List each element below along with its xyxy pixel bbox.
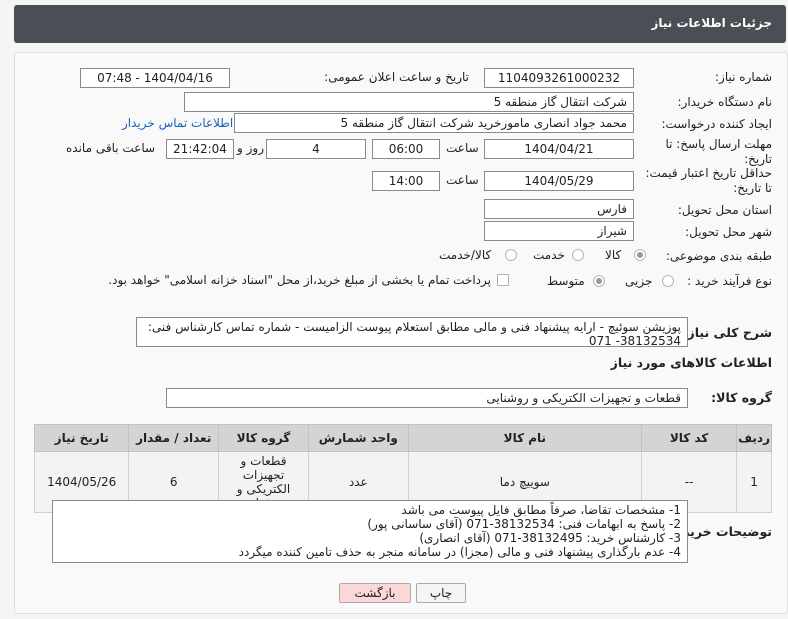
remaining-time-field: 21:42:04 (166, 139, 234, 159)
category-radio-both[interactable] (505, 249, 517, 261)
process-radio-medium[interactable] (593, 275, 605, 287)
category-radio-goods[interactable] (634, 249, 646, 261)
buyer-contact-link[interactable]: اطلاعات تماس خریدار (122, 116, 233, 130)
province-label: استان محل تحویل: (677, 203, 772, 217)
validity-date-field: 1404/05/29 (484, 171, 634, 191)
col-date: تاریخ نیاز (33, 424, 130, 452)
buyer-org-label: نام دستگاه خریدار: (677, 95, 773, 109)
process-option-minor: جزیی (625, 274, 653, 288)
description-textarea[interactable]: پوزیشن سوئیچ - ارایه پیشنهاد فنی و مالی … (136, 317, 688, 347)
page-title: جزئیات اطلاعات نیاز (651, 16, 772, 30)
validity-time-field: 14:00 (372, 171, 440, 191)
description-label: شرح کلی نیاز: (682, 325, 772, 340)
validity-time-label: ساعت (446, 173, 479, 187)
deadline-date-field: 1404/04/21 (484, 139, 634, 159)
category-option-both: کالا/خدمت (439, 248, 492, 262)
print-button[interactable]: چاپ (416, 583, 466, 603)
creator-label: ایجاد کننده درخواست: (661, 117, 772, 131)
process-label: نوع فرآیند خرید : (687, 274, 772, 288)
process-radio-minor[interactable] (662, 275, 674, 287)
deadline-label-1: مهلت ارسال پاسخ: تا (665, 137, 772, 151)
category-option-service: خدمت (533, 248, 565, 262)
deadline-time-field: 06:00 (372, 139, 440, 159)
col-unit: واحد شمارش (307, 424, 409, 452)
goods-section-title: اطلاعات کالاهای مورد نیاز (610, 355, 772, 370)
days-label: روز و (237, 141, 264, 155)
goods-group-label: گروه کالا: (711, 390, 772, 405)
buyer-note-line-2: 2- پاسخ به ابهامات فنی: 38132534-071 (آق… (367, 517, 681, 531)
announce-field: 1404/04/16 - 07:48 (80, 68, 230, 88)
col-name: نام کالا (407, 424, 643, 452)
need-number-field: 1104093261000232 (484, 68, 634, 88)
col-code: کد کالا (641, 424, 738, 452)
need-number-label: شماره نیاز: (715, 70, 772, 84)
treasury-payment-checkbox[interactable] (497, 274, 509, 286)
buyer-notes-textarea[interactable]: 1- مشخصات تقاضا، صرفاً مطابق فایل پیوست … (52, 500, 688, 563)
creator-field: محمد جواد انصاری مامورخرید شرکت انتقال گ… (234, 113, 634, 133)
process-option-medium: متوسط (547, 274, 585, 288)
remaining-label: ساعت باقی مانده (66, 141, 156, 155)
goods-table-header: ردیف کد کالا نام کالا واحد شمارش گروه کا… (33, 424, 772, 452)
back-button[interactable]: بازگشت (339, 583, 411, 603)
validity-label-2: تا تاریخ: (733, 181, 772, 195)
category-label: طبقه بندی موضوعی: (665, 249, 772, 263)
category-radio-service[interactable] (572, 249, 584, 261)
col-group: گروه کالا (217, 424, 309, 452)
province-field: فارس (484, 199, 634, 219)
announce-label: تاریخ و ساعت اعلان عمومی: (324, 70, 469, 84)
buyer-org-field: شرکت انتقال گاز منطقه 5 (184, 92, 634, 112)
deadline-time-label: ساعت (446, 141, 479, 155)
city-label: شهر محل تحویل: (685, 225, 772, 239)
validity-label-1: حداقل تاریخ اعتبار قیمت: (645, 166, 772, 180)
cell-row: 1 (736, 451, 772, 513)
col-row: ردیف (736, 424, 772, 452)
page-header: جزئیات اطلاعات نیاز (14, 5, 786, 43)
goods-group-field: قطعات و تجهیزات الکتریکی و روشنایی (166, 388, 688, 408)
treasury-payment-note: پرداخت تمام یا بخشی از مبلغ خرید،از محل … (108, 273, 491, 287)
col-qty: تعداد / مقدار (128, 424, 219, 452)
category-option-goods: کالا (605, 248, 622, 262)
description-text: پوزیشن سوئیچ - ارایه پیشنهاد فنی و مالی … (147, 320, 681, 347)
deadline-label-2: تاریخ: (744, 152, 772, 166)
buyer-note-line-1: 1- مشخصات تقاضا، صرفاً مطابق فایل پیوست … (401, 503, 681, 517)
buyer-note-line-3: 3- کارشناس خرید: 38132495-071 (آقای انصا… (419, 531, 681, 545)
city-field: شیراز (484, 221, 634, 241)
buyer-note-line-4: 4- عدم بارگذاری پیشنهاد فنی و مالی (مجزا… (238, 545, 681, 559)
days-field: 4 (266, 139, 366, 159)
